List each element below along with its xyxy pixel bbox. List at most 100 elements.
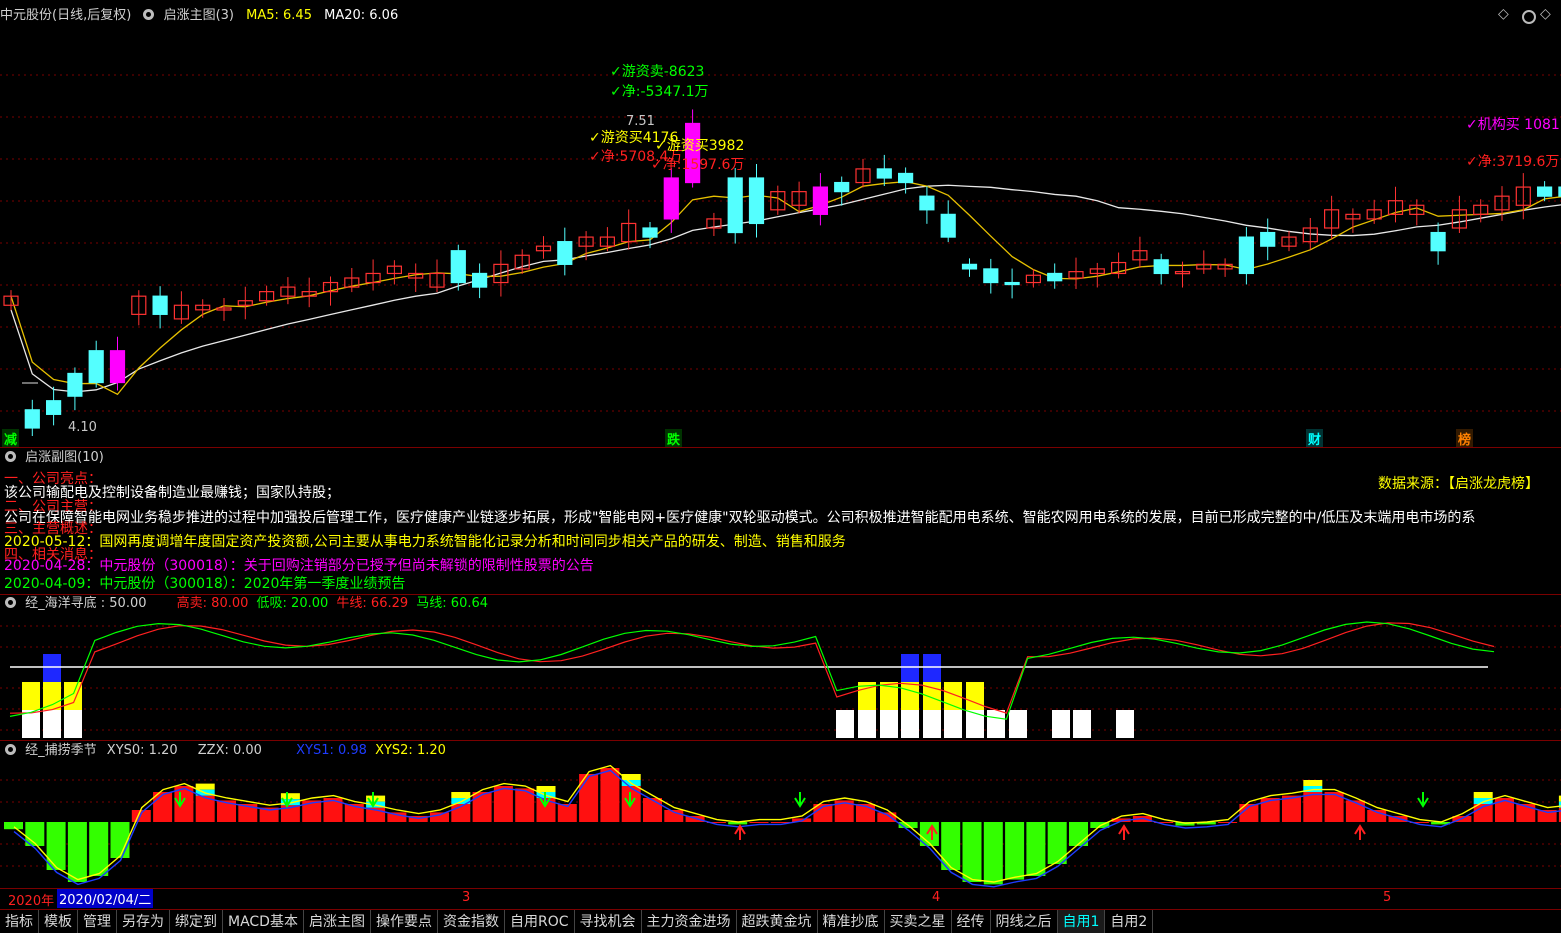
candle-body [876, 168, 892, 179]
annotation-text: ✓净:1597.6万 [651, 157, 744, 173]
candle-body [961, 263, 978, 270]
candle-body [834, 181, 850, 193]
tab-11[interactable]: 主力资金进场 [642, 910, 737, 933]
ocean-dixi: 低吸: 20.00 [256, 596, 329, 611]
marker-cai[interactable]: 财 [1306, 429, 1324, 448]
candle-body [983, 268, 999, 284]
annotation-text: ✓净:-5347.1万 [610, 84, 709, 100]
tab-16[interactable]: 阴线之后 [991, 910, 1058, 933]
candle-body [67, 372, 83, 397]
season-histogram [4, 768, 1561, 885]
axis-month-4: 4 [932, 890, 941, 905]
high-price-label: 7.51 [626, 114, 655, 129]
season-xys2: XYS2: 1.20 [375, 743, 446, 758]
candle-body [1260, 231, 1276, 247]
low-price-label: 4.10 [68, 420, 97, 435]
info-line-6: 2020-05-12：国网再度调增年度固定资产投资额,公司主要从事电力系统智能化… [4, 534, 846, 550]
tab-10[interactable]: 寻找机会 [575, 910, 642, 933]
season-indicator-chart[interactable] [0, 760, 1561, 888]
axis-year: 2020年 [8, 894, 55, 909]
info-line-4: 公司在保障智能电网业务稳步推进的过程中加强投后管理工作，医疗健康产业链逐步拓展，… [4, 510, 1476, 526]
candle-body [45, 400, 62, 415]
tab-18[interactable]: 自用2 [1105, 910, 1154, 933]
ocean-gear-icon[interactable] [5, 597, 16, 608]
candle-body [557, 241, 573, 265]
ocean-gaomai: 高卖: 80.00 [176, 596, 249, 611]
ocean-header: 经_海洋寻底 : 50.00 高卖: 80.00 低吸: 20.00 牛线: 6… [0, 595, 488, 613]
marker-jian[interactable]: 减 [2, 429, 20, 448]
ma20-line [10, 184, 1561, 393]
main-chart-header: 中元股份(日线,后复权) 启涨主图(3) MA5: 6.45 MA20: 6.0… [0, 7, 398, 25]
season-xys1: XYS1: 0.98 [296, 743, 367, 758]
axis-month-3: 3 [462, 890, 471, 905]
candle-body [727, 177, 743, 234]
ocean-maxian: 马线: 60.64 [416, 596, 489, 611]
tab-4[interactable]: 绑定到 [170, 910, 223, 933]
main-indicator-name[interactable]: 启涨主图(3) [164, 8, 234, 23]
annotation-text: ✓机构买 1081 [1466, 117, 1560, 133]
tab-6[interactable]: 启涨主图 [304, 910, 371, 933]
candle-body [748, 177, 765, 225]
candle-body [1238, 236, 1255, 275]
annotation-text: ✓游资买3982 [655, 138, 744, 154]
time-axis: 2020年 2020/02/04/二 3 4 5 [0, 889, 1561, 909]
ocean-indicator-chart[interactable] [0, 612, 1561, 740]
season-zzx: ZZX: 0.00 [197, 743, 262, 758]
annotation-text: ✓净:3719.6万 [1466, 154, 1559, 170]
sub-chart-header: 启涨副图(10) [0, 449, 104, 467]
candle-body [812, 186, 829, 215]
tab-9[interactable]: 自用ROC [505, 910, 575, 933]
annotation-text: ✓游资卖-8623 [610, 64, 704, 80]
season-lines [13, 764, 1561, 888]
tab-1[interactable]: 模板 [39, 910, 78, 933]
candle-body [663, 177, 679, 220]
grid-lines [0, 74, 1561, 412]
season-xys0: XYS0: 1.20 [106, 743, 178, 758]
ma5-value: MA5: 6.45 [246, 8, 312, 23]
candle-body [897, 172, 914, 184]
ocean-cow-horse-lines [9, 621, 1495, 720]
candle-body [472, 272, 488, 288]
marker-die[interactable]: 跌 [665, 429, 683, 448]
candle-body [1536, 186, 1553, 197]
sub-indicator-name[interactable]: 启涨副图(10) [25, 450, 104, 465]
tab-7[interactable]: 操作要点 [371, 910, 438, 933]
candle-body [1153, 259, 1169, 275]
sub-gear-icon[interactable] [5, 451, 16, 462]
candle-body [1047, 272, 1063, 282]
expand-icon[interactable]: ◇ [1540, 6, 1551, 22]
tab-14[interactable]: 买卖之星 [885, 910, 952, 933]
candle-body [88, 350, 104, 384]
tab-15[interactable]: 经传 [952, 910, 991, 933]
candle-body [642, 227, 658, 238]
season-title[interactable]: 经_捕捞季节 [25, 743, 97, 758]
main-candlestick-chart[interactable]: 7.51 4.10 ✓游资卖-8623✓净:-5347.1万✓游资买4176✓净… [0, 28, 1561, 446]
tab-3[interactable]: 另存为 [117, 910, 170, 933]
candle-body [1004, 281, 1020, 286]
tab-12[interactable]: 超跌黄金坑 [737, 910, 818, 933]
indicator-gear-icon[interactable] [143, 9, 155, 20]
tab-13[interactable]: 精准抄底 [818, 910, 885, 933]
info-line-9: 2020-04-09：中元股份（300018）：2020年第一季度业绩预告 [4, 576, 406, 592]
tab-2[interactable]: 管理 [78, 910, 117, 933]
tab-5[interactable]: MACD基本 [223, 910, 304, 933]
stock-title: 中元股份(日线,后复权) [0, 8, 132, 23]
tab-0[interactable]: 指标 [0, 910, 39, 933]
candle-body [109, 350, 126, 384]
dragon-tiger-annotations: ✓游资卖-8623✓净:-5347.1万✓游资买4176✓净:5708.4万✓游… [22, 64, 1560, 384]
season-header: 经_捕捞季节 XYS0: 1.20 ZZX: 0.00 XYS1: 0.98 X… [0, 742, 446, 760]
season-gear-icon[interactable] [5, 744, 16, 755]
ma5-line [10, 180, 1561, 396]
candle-body [450, 250, 466, 284]
zoom-icon[interactable] [1522, 10, 1536, 24]
candle-body [940, 213, 956, 238]
info-line-8: 2020-04-28：中元股份（300018）：关于回购注销部分已授予但尚未解锁… [4, 558, 594, 574]
ocean-title[interactable]: 经_海洋寻底 : 50.00 [25, 596, 146, 611]
tab-17[interactable]: 自用1 [1057, 910, 1106, 933]
axis-date-cursor: 2020/02/04/二 [57, 889, 154, 908]
marker-bang[interactable]: 榜 [1456, 429, 1474, 448]
candles [3, 109, 1561, 436]
window-restore-icon[interactable]: ◇ [1498, 6, 1509, 22]
tab-8[interactable]: 资金指数 [438, 910, 505, 933]
indicator-tab-bar: 指标 模板 管理 另存为 绑定到 MACD基本 启涨主图 操作要点 资金指数 自用ROC 寻找机会主… [0, 909, 1561, 933]
